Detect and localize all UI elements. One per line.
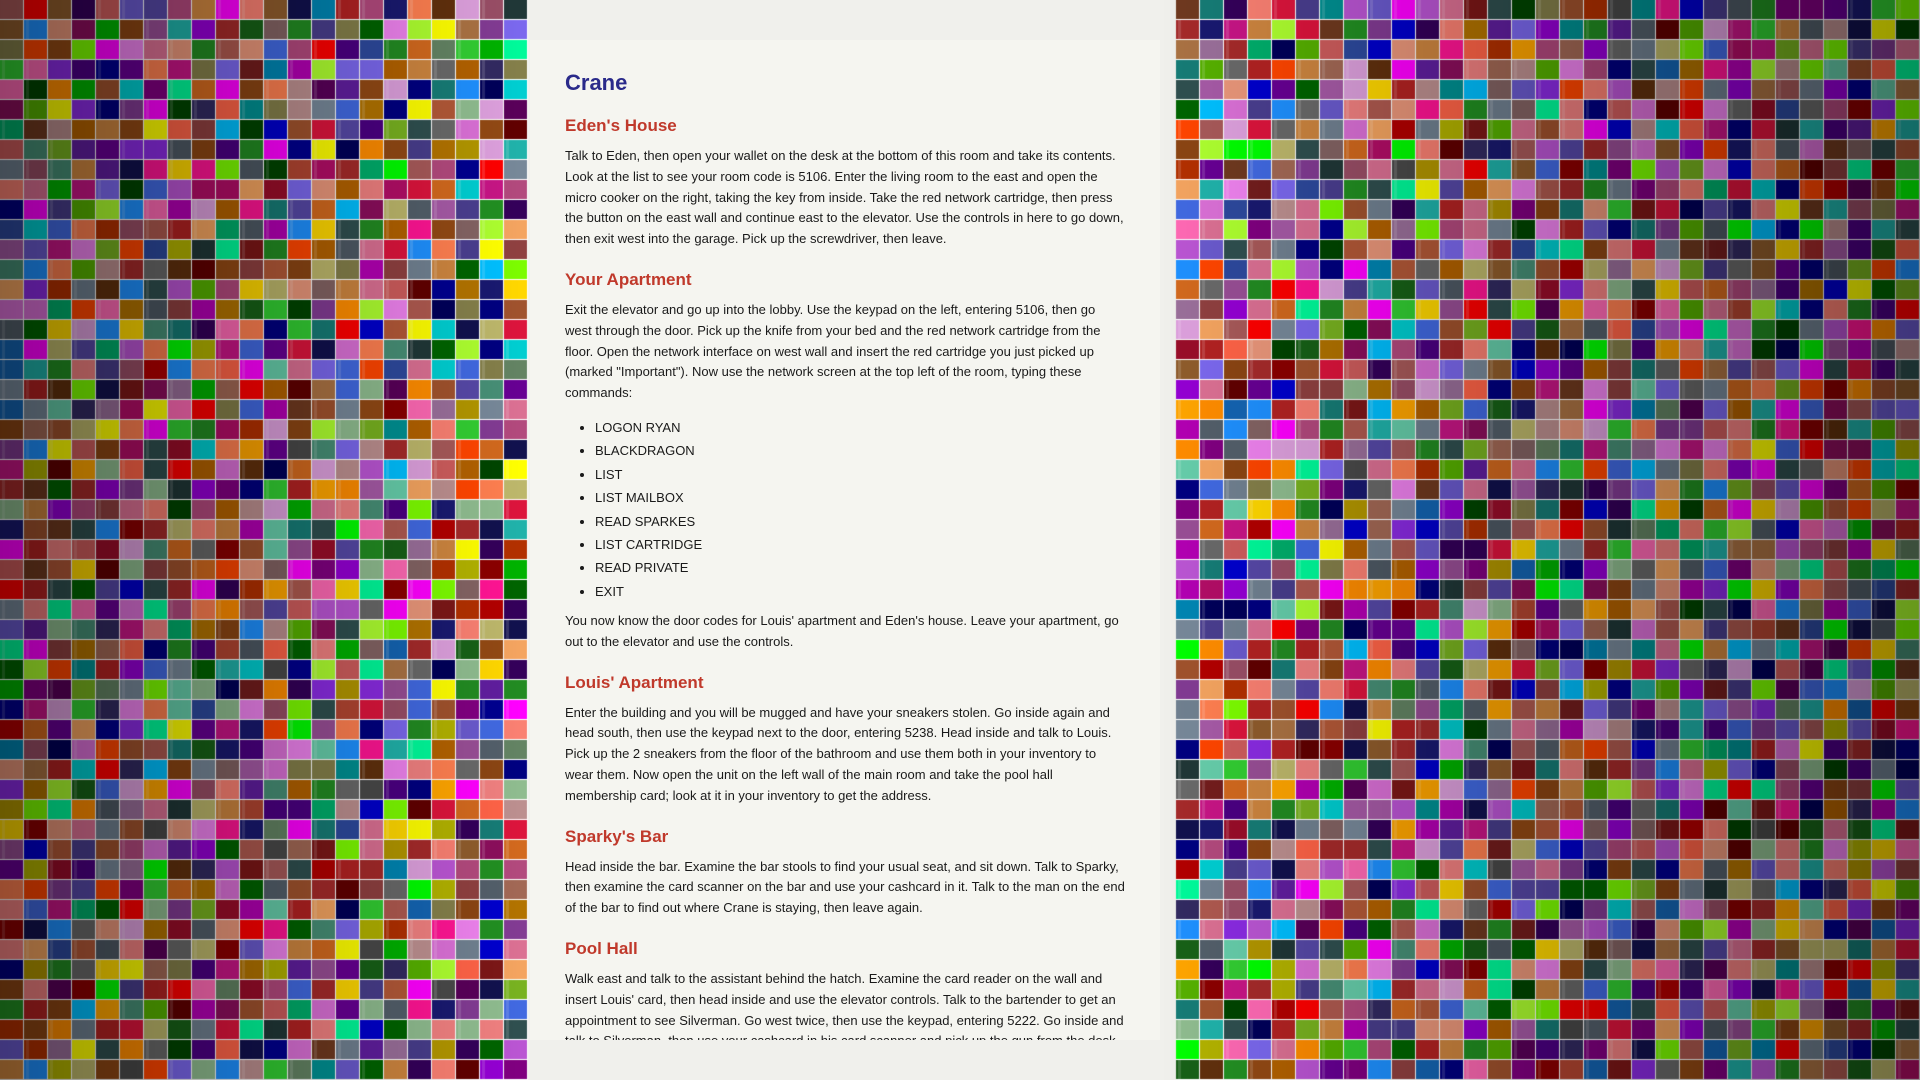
page-title: Crane <box>565 70 1125 96</box>
command-item-8: EXIT <box>595 580 1125 603</box>
section-title-pool-hall: Pool Hall <box>565 939 1125 959</box>
command-item-7: READ PRIVATE <box>595 556 1125 579</box>
section-title-sparkys-bar: Sparky's Bar <box>565 827 1125 847</box>
content-panel: Crane Eden's House Talk to Eden, then op… <box>530 40 1160 1040</box>
command-item-5: READ SPARKES <box>595 510 1125 533</box>
section-text-louis-apartment: Enter the building and you will be mugge… <box>565 703 1125 807</box>
section-text-sparkys-bar: Head inside the bar. Examine the bar sto… <box>565 857 1125 919</box>
command-item-1: LOGON RYAN <box>595 416 1125 439</box>
command-item-6: LIST CARTRIDGE <box>595 533 1125 556</box>
section-text-pool-hall: Walk east and talk to the assistant behi… <box>565 969 1125 1040</box>
section-title-louis-apartment: Louis' Apartment <box>565 673 1125 693</box>
command-item-3: LIST <box>595 463 1125 486</box>
section-title-edens-house: Eden's House <box>565 116 1125 136</box>
section-text-your-apartment-before: Exit the elevator and go up into the lob… <box>565 300 1125 404</box>
section-text-edens-house: Talk to Eden, then open your wallet on t… <box>565 146 1125 250</box>
command-list: LOGON RYAN BLACKDRAGON LIST LIST MAILBOX… <box>595 416 1125 603</box>
section-title-your-apartment: Your Apartment <box>565 270 1125 290</box>
section-text-your-apartment-after: You now know the door codes for Louis' a… <box>565 611 1125 653</box>
command-item-4: LIST MAILBOX <box>595 486 1125 509</box>
command-item-2: BLACKDRAGON <box>595 439 1125 462</box>
